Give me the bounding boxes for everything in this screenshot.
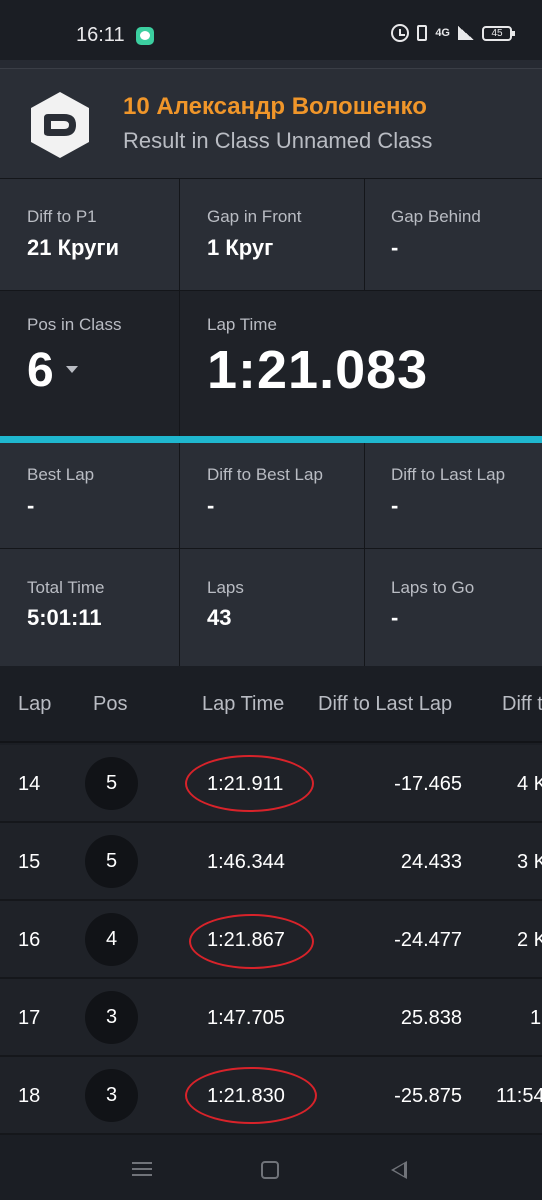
diff-to-best-lap-cell: Diff to Best Lap - <box>180 443 364 548</box>
gap-in-front-label: Gap in Front <box>207 207 302 226</box>
lap-time-cell: Lap Time 1:21.083 <box>180 291 542 436</box>
laps-to-go-label: Laps to Go <box>391 578 475 597</box>
grid-divider <box>0 178 542 179</box>
grid-divider <box>179 443 180 666</box>
red-circle-annotation <box>185 1067 317 1124</box>
position-badge: 4 <box>85 913 138 966</box>
red-circle-annotation <box>185 755 314 812</box>
position-badge: 5 <box>85 835 138 888</box>
diff-to-last-lap: -25.875 <box>394 1085 462 1107</box>
vibrate-icon <box>417 25 428 41</box>
lap-table-header: Lap Pos Lap Time Diff to Last Lap Diff t <box>0 666 542 743</box>
top-strip <box>0 60 542 68</box>
diff-to-last-lap-label: Diff to Last Lap <box>391 465 506 484</box>
diff-to-best-lap-label: Diff to Best Lap <box>207 465 323 484</box>
column-header-lap-time[interactable]: Lap Time <box>202 693 284 716</box>
table-row[interactable]: 16 4 1:21.867 -24.477 2 K <box>0 901 542 979</box>
diff-extra: 4 K <box>517 773 542 795</box>
gap-in-front-value: 1 Круг <box>207 235 274 260</box>
total-time-value: 5:01:11 <box>27 605 102 630</box>
lap-number: 15 <box>18 851 41 873</box>
grid-divider <box>179 179 180 291</box>
position-badge: 5 <box>85 757 138 810</box>
lap-time-label: Lap Time <box>207 315 277 334</box>
accent-divider <box>0 436 542 443</box>
back-icon[interactable] <box>391 1161 407 1179</box>
status-time: 16:11 <box>76 24 125 46</box>
battery-icon: 45 <box>482 25 515 41</box>
gap-behind-label: Gap Behind <box>391 207 481 226</box>
laps-value: 43 <box>207 605 232 630</box>
laps-to-go-value: - <box>391 605 399 630</box>
diff-extra: 2 K <box>517 929 542 951</box>
position-badge: 3 <box>85 991 138 1044</box>
lap-number: 17 <box>18 1007 41 1029</box>
position-badge: 3 <box>85 1069 138 1122</box>
table-row[interactable]: 18 3 1:21.830 -25.875 11:54 <box>0 1057 542 1135</box>
column-header-diff-to-last-lap[interactable]: Diff to Last Lap <box>318 693 452 716</box>
signal-icon <box>458 26 474 40</box>
diff-to-best-lap-value: - <box>207 493 215 518</box>
chat-app-icon <box>136 27 154 45</box>
lap-time: 1:46.344 <box>207 851 285 873</box>
grid-divider <box>364 443 365 666</box>
lap-time: 1:47.705 <box>207 1007 285 1029</box>
driver-header: 10 Александр Волошенко Result in Class U… <box>0 68 542 178</box>
red-circle-annotation <box>189 914 314 969</box>
grid-divider <box>179 291 180 436</box>
table-row[interactable]: 14 5 1:21.911 -17.465 4 K <box>0 745 542 823</box>
diff-to-last-lap-value: - <box>391 493 399 518</box>
lap-time-value: 1:21.083 <box>207 340 429 400</box>
grid-divider <box>0 548 542 549</box>
menu-icon[interactable] <box>132 1162 152 1176</box>
pos-in-class-cell[interactable]: Pos in Class 6 <box>0 291 179 436</box>
laps-cell: Laps 43 <box>180 549 364 666</box>
class-subtitle: Result in Class Unnamed Class <box>123 128 433 153</box>
grid-divider <box>0 290 542 291</box>
total-time-label: Total Time <box>27 578 105 597</box>
lap-number: 14 <box>18 773 41 795</box>
diff-to-last-lap: 25.838 <box>400 1007 462 1029</box>
table-row[interactable]: 15 5 1:46.344 24.433 3 K <box>0 823 542 901</box>
best-lap-cell: Best Lap - <box>0 443 179 548</box>
driver-name: 10 Александр Волошенко <box>123 93 427 120</box>
gap-behind-value: - <box>391 235 399 260</box>
diff-extra: 3 K <box>517 851 542 873</box>
best-lap-value: - <box>27 493 35 518</box>
lap-number: 18 <box>18 1085 41 1107</box>
diff-to-last-lap: -17.465 <box>394 773 462 795</box>
diff-to-p1-cell: Diff to P1 21 Круги <box>0 179 179 290</box>
diff-to-last-lap: 24.433 <box>400 851 462 873</box>
pos-in-class-label: Pos in Class <box>27 315 122 334</box>
column-header-diff-truncated[interactable]: Diff t <box>502 693 542 716</box>
diff-extra: 11:54 <box>496 1085 542 1107</box>
laps-label: Laps <box>207 578 244 597</box>
alarm-icon <box>391 24 410 42</box>
system-nav-bar <box>0 1136 542 1200</box>
home-icon[interactable] <box>261 1161 279 1179</box>
diff-to-p1-value: 21 Круги <box>27 235 120 260</box>
pos-in-class-value: 6 <box>27 344 54 397</box>
diff-to-p1-label: Diff to P1 <box>27 207 97 226</box>
diff-to-last-lap: -24.477 <box>394 929 462 951</box>
gap-in-front-cell: Gap in Front 1 Круг <box>180 179 364 290</box>
diff-to-last-lap-cell: Diff to Last Lap - <box>365 443 542 548</box>
status-bar: 16:11 4G 45 <box>0 0 542 60</box>
diff-extra: 1 <box>530 1007 542 1029</box>
lap-number: 16 <box>18 929 41 951</box>
app-logo-icon <box>31 92 89 158</box>
best-lap-label: Best Lap <box>27 465 95 484</box>
network-type: 4G <box>435 26 450 39</box>
grid-divider <box>364 179 365 291</box>
chevron-down-icon[interactable] <box>66 366 78 373</box>
gap-behind-cell: Gap Behind - <box>365 179 542 290</box>
laps-to-go-cell: Laps to Go - <box>365 549 542 666</box>
column-header-lap[interactable]: Lap <box>18 693 51 716</box>
status-icons: 4G 45 <box>391 24 515 42</box>
table-row[interactable]: 17 3 1:47.705 25.838 1 <box>0 979 542 1057</box>
total-time-cell: Total Time 5:01:11 <box>0 549 179 666</box>
column-header-pos[interactable]: Pos <box>93 693 127 716</box>
